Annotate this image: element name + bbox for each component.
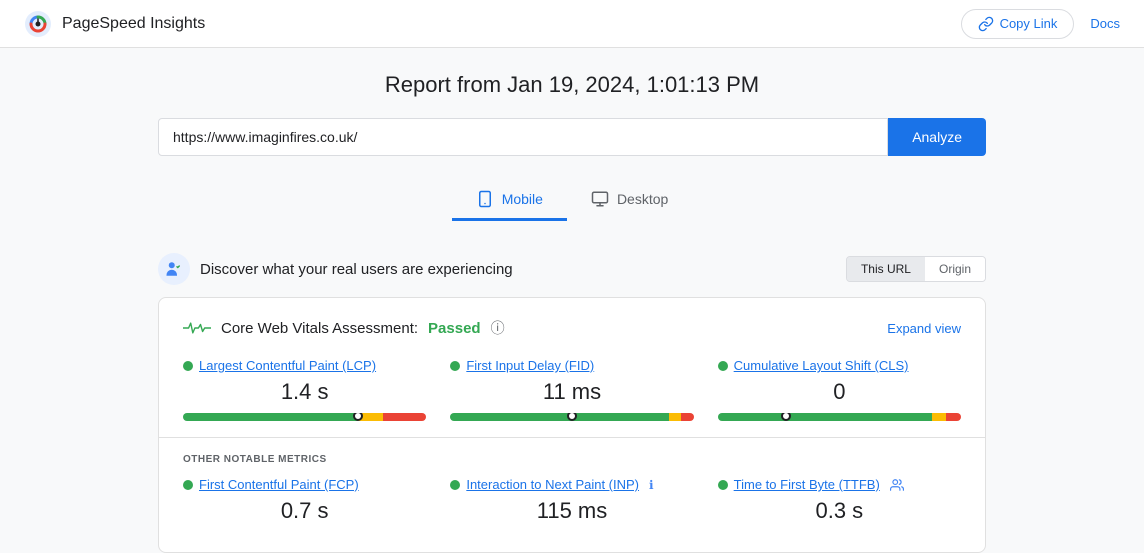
metric-ttfb: Time to First Byte (TTFB) 0.3 s <box>718 477 961 532</box>
metric-inp: Interaction to Next Paint (INP) ℹ 115 ms <box>450 477 693 532</box>
cwv-assessment: Core Web Vitals Assessment: Passed ⓘ <box>183 318 505 338</box>
metric-fid-label-row: First Input Delay (FID) <box>450 358 693 373</box>
cwv-card: Core Web Vitals Assessment: Passed ⓘ Exp… <box>158 297 986 553</box>
metric-fcp: First Contentful Paint (FCP) 0.7 s <box>183 477 426 532</box>
metric-fid-value: 11 ms <box>450 379 693 405</box>
copy-link-button[interactable]: Copy Link <box>961 9 1075 39</box>
report-title: Report from Jan 19, 2024, 1:01:13 PM <box>158 72 986 98</box>
device-tabs: Mobile Desktop <box>158 180 986 221</box>
metric-cls-label-row: Cumulative Layout Shift (CLS) <box>718 358 961 373</box>
metric-fid-bar <box>450 413 693 421</box>
metric-fcp-label-row: First Contentful Paint (FCP) <box>183 477 426 492</box>
this-url-toggle[interactable]: This URL <box>847 257 925 281</box>
metric-fid-name[interactable]: First Input Delay (FID) <box>466 358 594 373</box>
section-header-left: Discover what your real users are experi… <box>158 253 513 285</box>
real-users-section-header: Discover what your real users are experi… <box>158 241 986 297</box>
metric-cls-bar <box>718 413 961 421</box>
metric-inp-dot <box>450 480 460 490</box>
metric-fcp-value: 0.7 s <box>183 498 426 524</box>
link-icon <box>978 16 994 32</box>
cwv-header: Core Web Vitals Assessment: Passed ⓘ Exp… <box>183 318 961 338</box>
cwv-metrics-grid: Largest Contentful Paint (LCP) 1.4 s Fir… <box>183 358 961 421</box>
metric-fid: First Input Delay (FID) 11 ms <box>450 358 693 421</box>
metrics-divider <box>159 437 985 438</box>
other-metrics-grid: First Contentful Paint (FCP) 0.7 s Inter… <box>183 477 961 532</box>
inp-info-icon[interactable]: ℹ <box>649 478 654 492</box>
metric-cls-name[interactable]: Cumulative Layout Shift (CLS) <box>734 358 909 373</box>
header-actions: Copy Link Docs <box>961 9 1120 39</box>
expand-view-link[interactable]: Expand view <box>887 321 961 336</box>
analyze-button[interactable]: Analyze <box>888 118 986 156</box>
metric-cls-value: 0 <box>718 379 961 405</box>
metric-cls: Cumulative Layout Shift (CLS) 0 <box>718 358 961 421</box>
metric-inp-value: 115 ms <box>450 498 693 524</box>
main-content: Report from Jan 19, 2024, 1:01:13 PM Ana… <box>142 48 1002 553</box>
other-metrics-label: OTHER NOTABLE METRICS <box>183 454 961 465</box>
metric-inp-name[interactable]: Interaction to Next Paint (INP) <box>466 477 639 492</box>
origin-toggle[interactable]: Origin <box>925 257 985 281</box>
metric-fid-dot <box>450 361 460 371</box>
metric-ttfb-name[interactable]: Time to First Byte (TTFB) <box>734 477 880 492</box>
metric-fcp-dot <box>183 480 193 490</box>
real-users-title: Discover what your real users are experi… <box>200 261 513 278</box>
app-header: PageSpeed Insights Copy Link Docs <box>0 0 1144 48</box>
copy-link-label: Copy Link <box>1000 16 1058 31</box>
metric-cls-dot <box>718 361 728 371</box>
metric-inp-label-row: Interaction to Next Paint (INP) ℹ <box>450 477 693 492</box>
real-users-icon <box>158 253 190 285</box>
metric-lcp-value: 1.4 s <box>183 379 426 405</box>
metric-lcp: Largest Contentful Paint (LCP) 1.4 s <box>183 358 426 421</box>
metric-lcp-bar <box>183 413 426 421</box>
docs-link[interactable]: Docs <box>1090 16 1120 31</box>
cwv-assessment-label: Core Web Vitals Assessment: <box>221 320 418 337</box>
metric-ttfb-value: 0.3 s <box>718 498 961 524</box>
cwv-info-icon[interactable]: ⓘ <box>491 318 505 338</box>
mobile-icon <box>476 190 494 208</box>
url-origin-toggle: This URL Origin <box>846 256 986 282</box>
tab-desktop[interactable]: Desktop <box>567 180 692 221</box>
metric-ttfb-label-row: Time to First Byte (TTFB) <box>718 477 961 492</box>
logo-area: PageSpeed Insights <box>24 10 205 38</box>
metric-fcp-name[interactable]: First Contentful Paint (FCP) <box>199 477 359 492</box>
cwv-pulse-icon <box>183 318 211 338</box>
tab-mobile-label: Mobile <box>502 191 543 207</box>
url-input[interactable] <box>158 118 888 156</box>
tab-desktop-label: Desktop <box>617 191 668 207</box>
metric-lcp-dot <box>183 361 193 371</box>
tab-mobile[interactable]: Mobile <box>452 180 567 221</box>
url-row: Analyze <box>158 118 986 156</box>
desktop-icon <box>591 190 609 208</box>
app-title: PageSpeed Insights <box>62 15 205 33</box>
metric-ttfb-dot <box>718 480 728 490</box>
psi-logo-icon <box>24 10 52 38</box>
metric-lcp-name[interactable]: Largest Contentful Paint (LCP) <box>199 358 376 373</box>
metric-lcp-label-row: Largest Contentful Paint (LCP) <box>183 358 426 373</box>
cwv-passed-label: Passed <box>428 320 481 337</box>
ttfb-warning-icon <box>890 478 904 492</box>
